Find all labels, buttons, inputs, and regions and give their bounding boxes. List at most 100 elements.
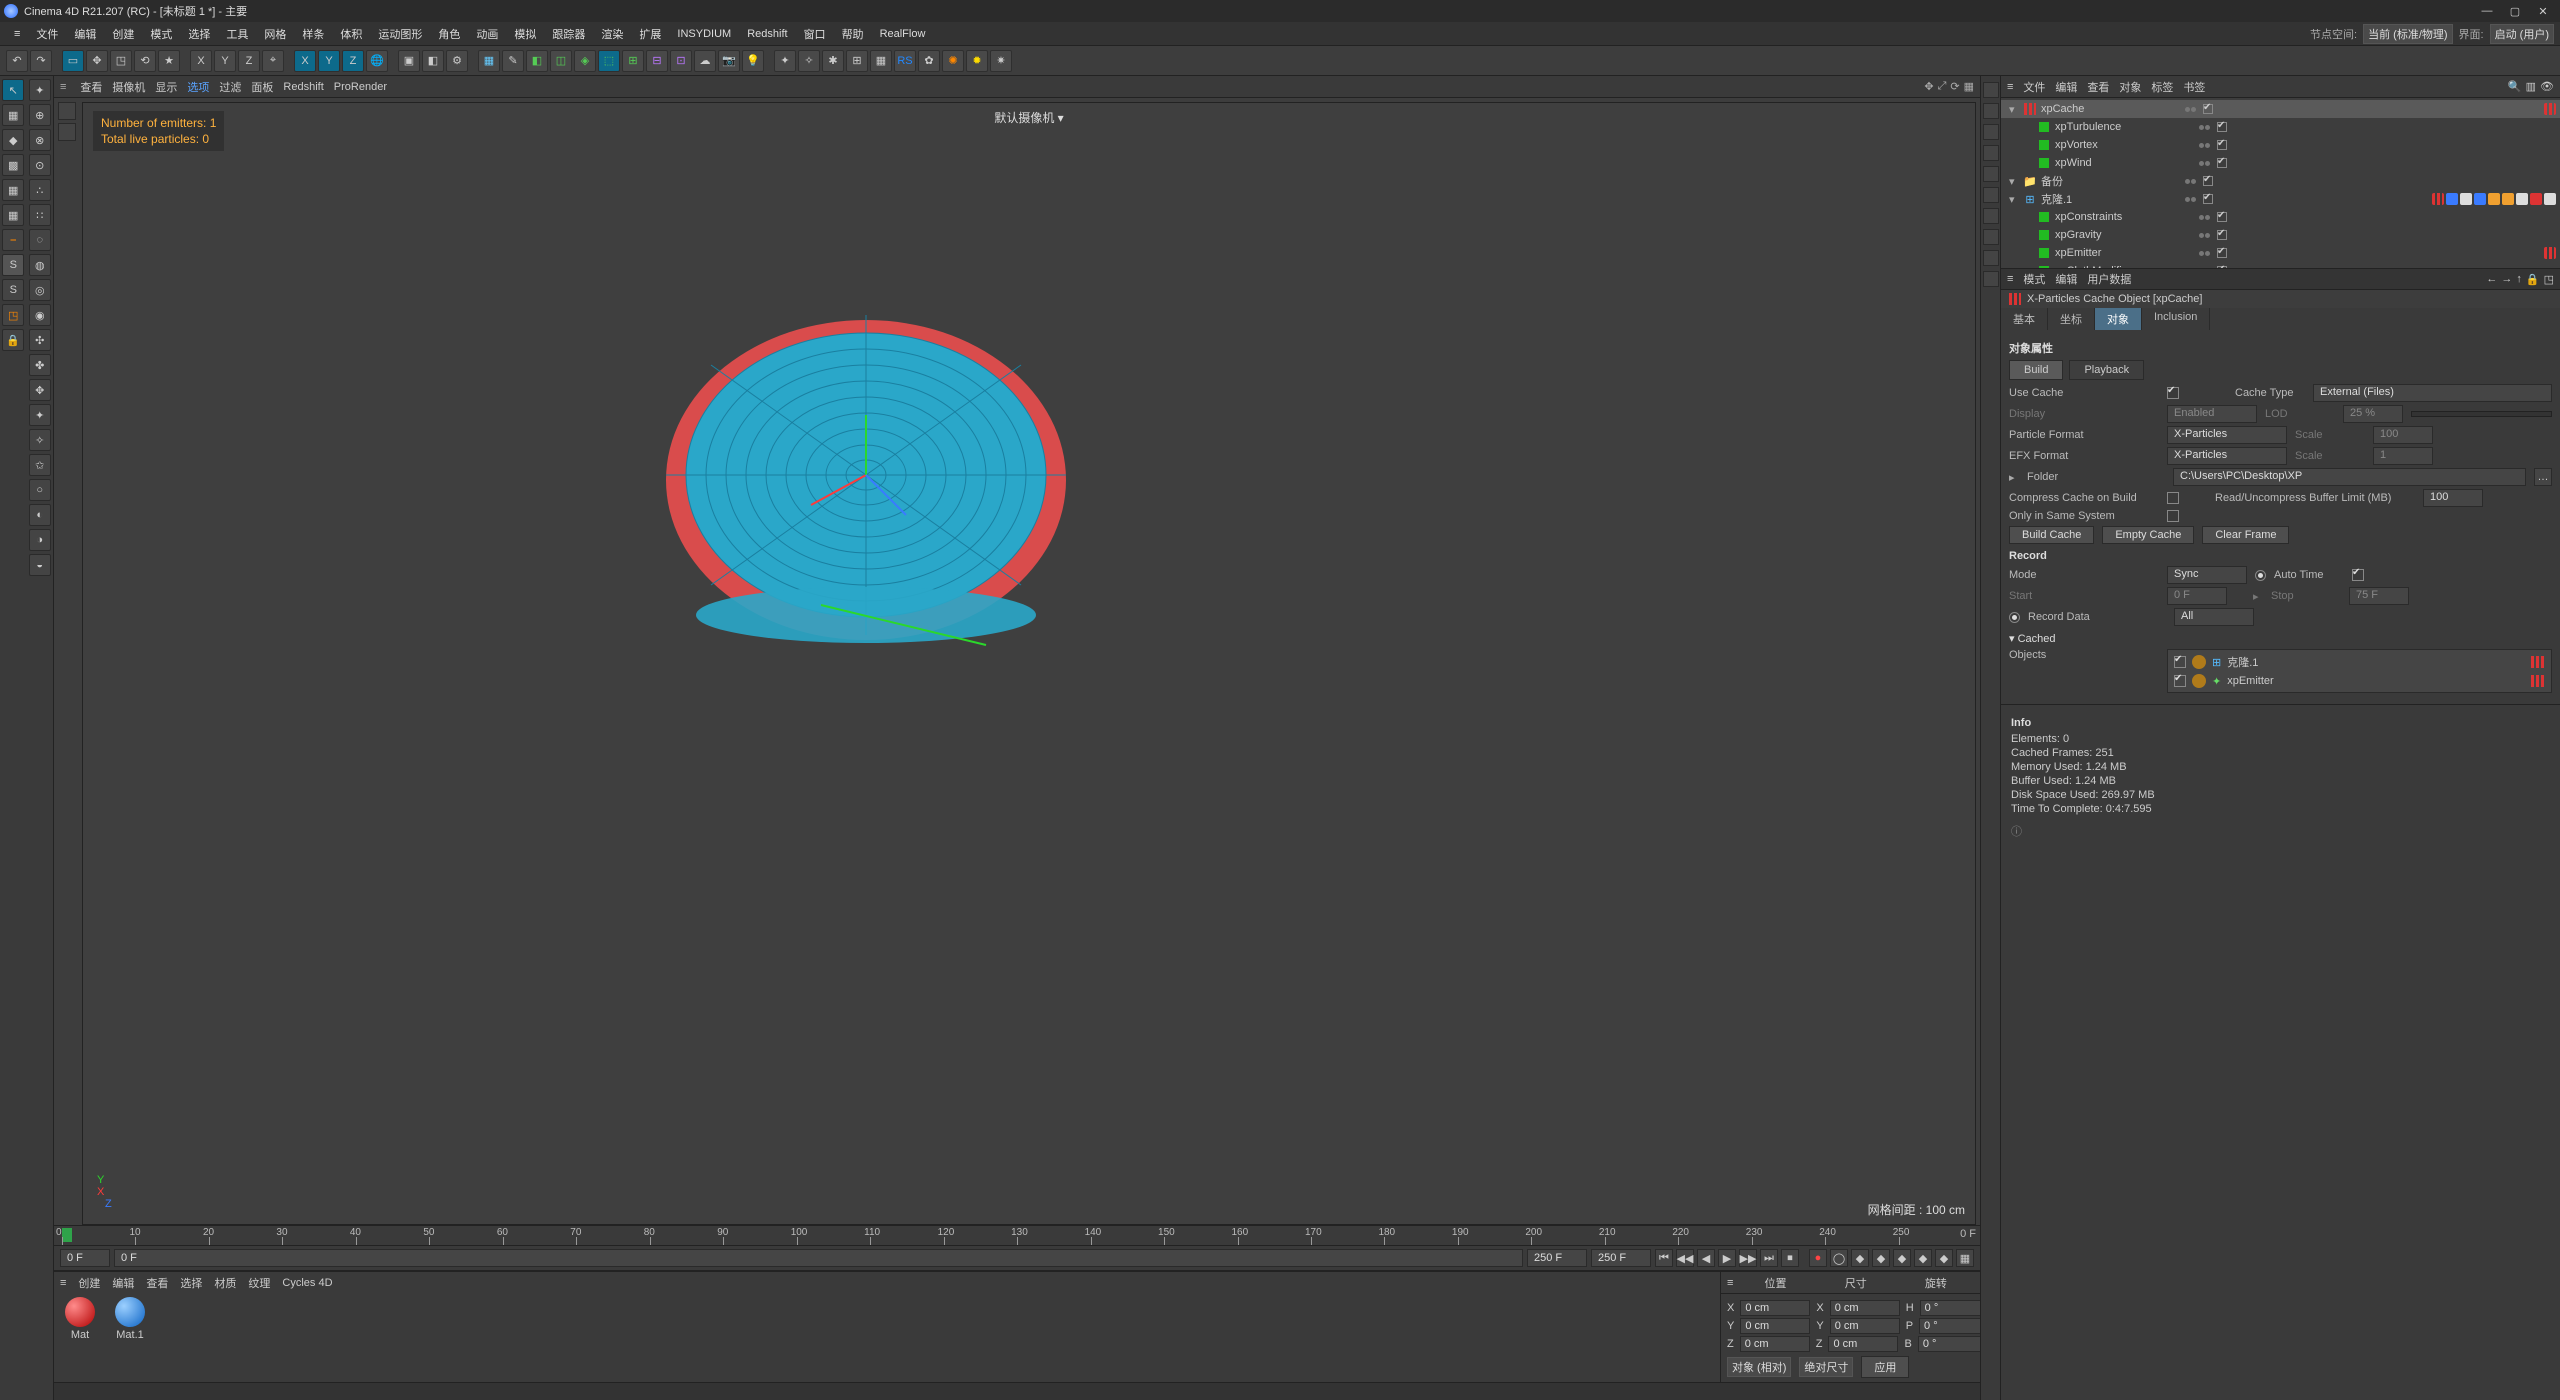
pen-tool[interactable]: ✎ <box>502 50 524 72</box>
coord-y-pos[interactable] <box>1740 1318 1810 1334</box>
misc-2-icon[interactable]: ✺ <box>942 50 964 72</box>
attr-menu-userdata[interactable]: 用户数据 <box>2087 271 2131 287</box>
efx-dropdown[interactable]: X-Particles <box>2167 447 2287 465</box>
cache-type-dropdown[interactable]: External (Files) <box>2313 384 2552 402</box>
folder-browse-button[interactable]: … <box>2534 468 2552 486</box>
coord-p-rot[interactable] <box>1919 1318 1989 1334</box>
rt-16[interactable]: ✩ <box>29 454 51 476</box>
use-cache-checkbox[interactable] <box>2167 387 2179 399</box>
rt-10[interactable]: ◉ <box>29 304 51 326</box>
menu-simulate[interactable]: 模拟 <box>506 26 544 42</box>
menu-mograph[interactable]: 运动图形 <box>370 26 430 42</box>
redo-button[interactable]: ↷ <box>30 50 52 72</box>
cursor-tool[interactable]: ↖ <box>2 79 24 101</box>
om-row[interactable]: xpEmitter <box>2001 244 2560 262</box>
rt-19[interactable]: ◑ <box>29 529 51 551</box>
x-toggle[interactable]: X <box>294 50 316 72</box>
clear-frame-button[interactable]: Clear Frame <box>2202 526 2289 544</box>
snap2-icon[interactable]: S <box>2 279 24 301</box>
help-icon[interactable]: ⓘ <box>2011 823 2550 839</box>
viewport[interactable]: Number of emitters: 1 Total live particl… <box>82 102 1976 1225</box>
axis-lock-z[interactable]: Z <box>238 50 260 72</box>
goto-end-button[interactable]: ⏭ <box>1760 1249 1778 1267</box>
z-toggle[interactable]: Z <box>342 50 364 72</box>
menu-insydium[interactable]: INSYDIUM <box>669 28 739 40</box>
coord-y-size[interactable] <box>1830 1318 1900 1334</box>
axis-lock-x[interactable]: X <box>190 50 212 72</box>
rcol-3-icon[interactable] <box>1983 124 1999 140</box>
compress-checkbox[interactable] <box>2167 492 2179 504</box>
rt-12[interactable]: ✤ <box>29 354 51 376</box>
menu-edit[interactable]: 编辑 <box>66 26 104 42</box>
viewport-hamburger-icon[interactable]: ≡ <box>60 81 66 93</box>
xp-1-icon[interactable]: ✦ <box>774 50 796 72</box>
coord-z-pos[interactable] <box>1740 1336 1810 1352</box>
timeline-ruler[interactable]: 0 F 010203040506070809010011012013014015… <box>54 1226 1980 1246</box>
cube2-icon[interactable]: ▦ <box>2 179 24 201</box>
rt-4[interactable]: ⊙ <box>29 154 51 176</box>
menu-realflow[interactable]: RealFlow <box>872 28 934 40</box>
tex-icon[interactable]: ▩ <box>2 154 24 176</box>
subdiv-icon[interactable]: ◧ <box>526 50 548 72</box>
attr-tab-object[interactable]: 对象 <box>2095 308 2142 330</box>
coord-b-rot[interactable] <box>1918 1336 1988 1352</box>
poly-icon[interactable]: ◆ <box>2 129 24 151</box>
rcol-7-icon[interactable] <box>1983 208 1999 224</box>
rt-5[interactable]: ∴ <box>29 179 51 201</box>
menu-mode[interactable]: 模式 <box>142 26 180 42</box>
rotate-tool[interactable]: ⟲ <box>134 50 156 72</box>
key-prm-icon[interactable]: ◆ <box>1914 1249 1932 1267</box>
scale-tool[interactable]: ◳ <box>110 50 132 72</box>
menu-extensions[interactable]: 扩展 <box>631 26 669 42</box>
gutter-rotate-icon[interactable] <box>58 123 76 141</box>
camera-icon[interactable]: 📷 <box>718 50 740 72</box>
cube-icon[interactable]: ▦ <box>2 104 24 126</box>
timeline-range-end-2[interactable]: 250 F <box>1591 1249 1651 1267</box>
rdata-dropdown[interactable]: All <box>2174 608 2254 626</box>
workplane-icon[interactable]: ◳ <box>2 304 24 326</box>
stop-expand-icon[interactable]: ▸ <box>2253 590 2263 603</box>
om-row[interactable]: xpGravity <box>2001 226 2560 244</box>
render-view[interactable]: ▣ <box>398 50 420 72</box>
rcol-9-icon[interactable] <box>1983 250 1999 266</box>
menu-mesh[interactable]: 网格 <box>256 26 294 42</box>
mat-hamb-icon[interactable]: ≡ <box>60 1277 66 1289</box>
om-row[interactable]: xpTurbulence <box>2001 118 2560 136</box>
mat-menu-material[interactable]: 材质 <box>214 1275 236 1291</box>
xp-2-icon[interactable]: ✧ <box>798 50 820 72</box>
attr-back-icon[interactable]: ← <box>2486 273 2497 286</box>
axis-lock-y[interactable]: Y <box>214 50 236 72</box>
mat-menu-create[interactable]: 创建 <box>78 1275 100 1291</box>
tl-settings-icon[interactable]: ▦ <box>1956 1249 1974 1267</box>
display-dropdown[interactable]: Enabled <box>2167 405 2257 423</box>
buffer-field[interactable]: 100 <box>2423 489 2483 507</box>
om-menu-file[interactable]: 文件 <box>2023 79 2045 95</box>
coord-x-size[interactable] <box>1830 1300 1900 1316</box>
select-tool[interactable]: ▭ <box>62 50 84 72</box>
cache-row-cloner-check[interactable] <box>2174 656 2186 668</box>
mode-dropdown[interactable]: Sync <box>2167 566 2247 584</box>
move-tool[interactable]: ✥ <box>86 50 108 72</box>
camera-label[interactable]: 默认摄像机 ▾ <box>994 109 1063 126</box>
om-row[interactable]: xpVortex <box>2001 136 2560 154</box>
rs-icon[interactable]: RS <box>894 50 916 72</box>
menu-character[interactable]: 角色 <box>430 26 468 42</box>
pformat-dropdown[interactable]: X-Particles <box>2167 426 2287 444</box>
om-search-icon[interactable]: 🔍 <box>2508 80 2522 93</box>
rt-13[interactable]: ✥ <box>29 379 51 401</box>
rt-17[interactable]: ○ <box>29 479 51 501</box>
scale2-field[interactable]: 1 <box>2373 447 2433 465</box>
om-menu-tags[interactable]: 标签 <box>2151 79 2173 95</box>
close-button[interactable]: ✕ <box>2530 2 2556 20</box>
rt-2[interactable]: ⊕ <box>29 104 51 126</box>
menu-create[interactable]: 创建 <box>104 26 142 42</box>
rcol-5-icon[interactable] <box>1983 166 1999 182</box>
render-settings[interactable]: ⚙ <box>446 50 468 72</box>
rt-15[interactable]: ✧ <box>29 429 51 451</box>
object-manager[interactable]: ▾xpCachexpTurbulencexpVortexxpWind▾📁备份▾⊞… <box>2001 98 2560 268</box>
menu-render[interactable]: 渲染 <box>593 26 631 42</box>
menu-file[interactable]: 文件 <box>28 26 66 42</box>
step-back-button[interactable]: ◀◀ <box>1676 1249 1694 1267</box>
subtab-build[interactable]: Build <box>2009 360 2063 380</box>
rt-7[interactable]: ◌ <box>29 229 51 251</box>
